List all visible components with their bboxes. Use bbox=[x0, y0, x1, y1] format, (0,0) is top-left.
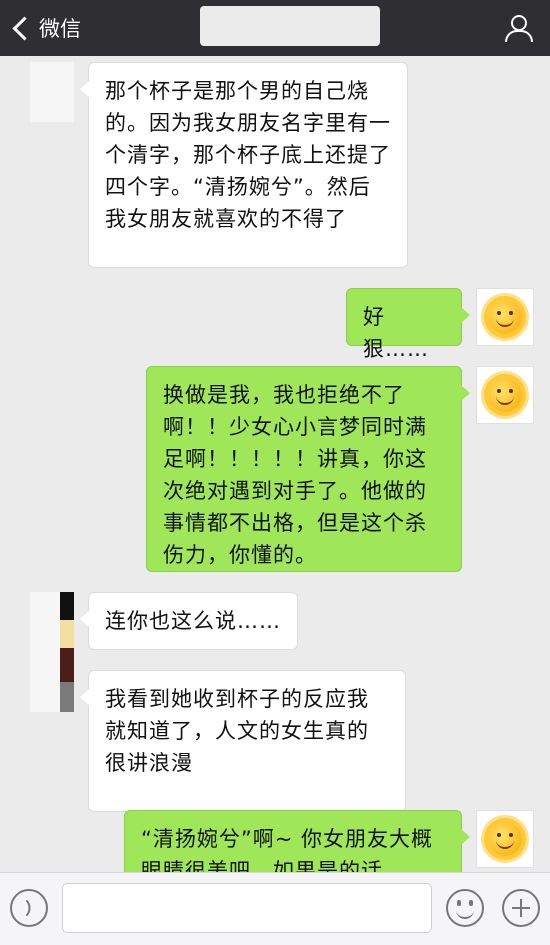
contact-avatar[interactable] bbox=[30, 62, 74, 122]
my-avatar[interactable] bbox=[476, 366, 534, 424]
input-bar bbox=[0, 872, 550, 945]
chat-header: 微信 bbox=[0, 0, 550, 56]
voice-icon bbox=[18, 899, 36, 917]
back-label: 微信 bbox=[39, 17, 81, 41]
message-bubble-received[interactable]: 我看到她收到杯子的反应我就知道了，人文的女生真的很讲浪漫 bbox=[80, 670, 406, 812]
more-button[interactable] bbox=[502, 889, 540, 927]
chevron-left-icon bbox=[12, 15, 37, 41]
chat-title-redacted bbox=[200, 6, 380, 46]
voice-button[interactable] bbox=[10, 889, 48, 927]
message-bubble-received[interactable]: 连你也这么说…… bbox=[80, 592, 298, 650]
message-bubble-received[interactable]: 那个杯子是那个男的自己烧的。因为我女朋友名字里有一个清字，那个杯子底上还提了四个… bbox=[80, 62, 408, 268]
my-avatar[interactable] bbox=[476, 810, 534, 868]
message-bubble-sent[interactable]: 换做是我，我也拒绝不了啊！！少女心小言梦同时满足啊！！！！！讲真，你这次绝对遇到… bbox=[146, 366, 470, 572]
message-input[interactable] bbox=[62, 883, 432, 933]
message-bubble-sent[interactable]: 好狠…… bbox=[346, 288, 470, 361]
message-list[interactable]: 那个杯子是那个男的自己烧的。因为我女朋友名字里有一个清字，那个杯子底上还提了四个… bbox=[0, 56, 550, 872]
sun-avatar-icon bbox=[488, 822, 522, 856]
person-icon-body bbox=[505, 30, 533, 42]
avatar-swatch bbox=[60, 592, 74, 620]
my-avatar[interactable] bbox=[476, 288, 534, 346]
emoji-button[interactable] bbox=[446, 889, 484, 927]
avatar-swatch bbox=[60, 682, 74, 712]
sun-avatar-icon bbox=[488, 378, 522, 412]
sun-avatar-icon bbox=[488, 300, 522, 334]
avatar-swatch bbox=[60, 620, 74, 648]
back-button[interactable]: 微信 bbox=[10, 8, 81, 48]
chat-info-button[interactable] bbox=[502, 13, 533, 43]
person-icon bbox=[511, 15, 527, 31]
message-bubble-sent[interactable]: “清扬婉兮”啊~ 你女朋友大概眼睛很美吧，如果是的话 bbox=[124, 810, 470, 872]
contact-avatar[interactable] bbox=[30, 592, 74, 712]
avatar-swatch bbox=[60, 648, 74, 682]
